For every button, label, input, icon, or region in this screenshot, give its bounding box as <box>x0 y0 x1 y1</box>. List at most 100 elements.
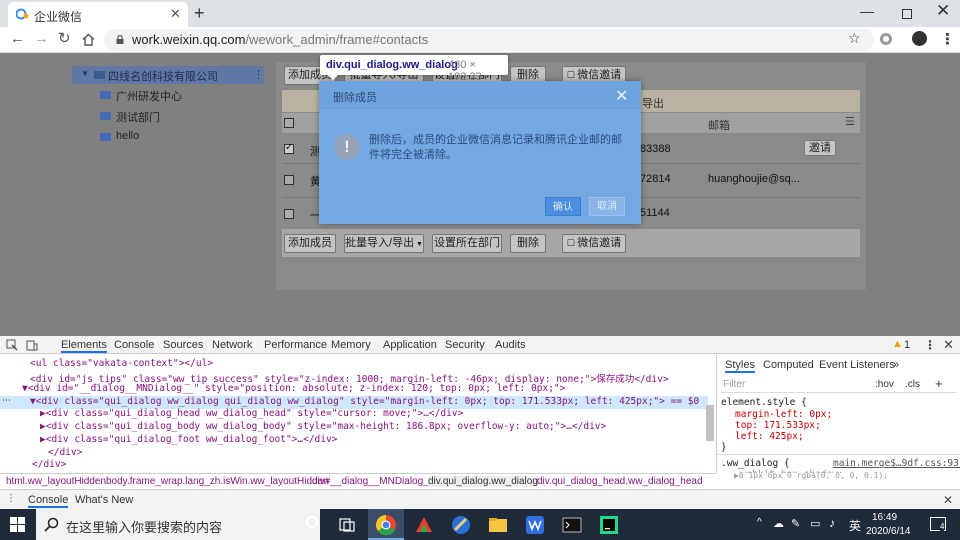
volume-icon[interactable]: ♪ <box>829 516 835 530</box>
new-tab-icon[interactable]: + <box>194 2 205 24</box>
tab-elements[interactable]: Elements <box>61 339 107 353</box>
breadcrumb-item-active[interactable]: div.qui_dialog.ww_dialog <box>428 476 538 487</box>
window-restore-icon[interactable] <box>902 9 912 19</box>
tab-computed[interactable]: Computed <box>763 359 814 371</box>
delete-member-dialog: 删除成员 ✕ ! 删除后，成员的企业微信消息记录和腾讯企业邮的邮件将完全被清除。… <box>319 81 641 224</box>
reload-icon[interactable]: ↻ <box>58 30 71 48</box>
tab-memory[interactable]: Memory <box>331 339 371 351</box>
task-view-icon[interactable] <box>336 514 358 536</box>
taskbar-chrome-active[interactable] <box>368 509 404 540</box>
row-checkbox[interactable]: ✓ <box>284 142 294 154</box>
dom-node-selected[interactable]: ▼<div class="qui_dialog ww_dialog qui_di… <box>30 396 699 407</box>
dom-node[interactable]: ▶<div class="qui_dialog_body ww_dialog_b… <box>40 421 606 432</box>
terminal-icon[interactable] <box>561 514 583 536</box>
select-all-checkbox[interactable] <box>284 118 294 128</box>
more-tabs-icon[interactable]: » <box>893 359 899 371</box>
column-settings-icon[interactable]: ☰ <box>845 115 855 128</box>
breadcrumb-item[interactable]: body.frame_wrap.lang_zh.isWin.ww_layoutH… <box>106 476 329 487</box>
breadcrumb-item[interactable]: div#__dialog__MNDialog__ <box>312 476 434 487</box>
dom-node[interactable]: ▶<div class="qui_dialog_foot ww_dialog_f… <box>40 434 337 445</box>
tab-audits[interactable]: Audits <box>495 339 526 351</box>
css-prop[interactable]: margin-left: 0px; <box>735 409 832 420</box>
add-member-button[interactable]: 添加成员 <box>284 234 336 253</box>
tab-close-icon[interactable]: ✕ <box>170 6 181 22</box>
drawer-tab-whats-new[interactable]: What's New <box>75 494 133 506</box>
browser-tab[interactable]: 企业微信 ✕ <box>8 2 188 27</box>
window-close-icon[interactable]: ✕ <box>936 1 950 21</box>
tab-styles[interactable]: Styles <box>725 359 755 373</box>
profile-avatar-icon[interactable] <box>912 31 927 46</box>
tab-application[interactable]: Application <box>383 339 437 351</box>
rule-prop[interactable]: ▶0 1px 6px 0 rgba(0, 0, 0, 0.1); <box>734 471 888 481</box>
wps-writer-icon[interactable] <box>524 514 546 536</box>
drawer-close-icon[interactable]: ✕ <box>943 493 953 507</box>
breadcrumb-item[interactable]: html.ww_layoutHidden <box>6 476 106 487</box>
dom-node[interactable]: </div> <box>48 447 82 458</box>
tab-event-listeners[interactable]: Event Listeners <box>819 359 895 371</box>
inspect-element-icon[interactable] <box>6 339 18 351</box>
rule-source-link[interactable]: main.merge$…9df.css:931 <box>833 458 960 469</box>
url-input[interactable]: work.weixin.qq.com/wework_admin/frame#co… <box>104 29 874 51</box>
hov-toggle[interactable]: :hov <box>875 379 894 390</box>
tab-console[interactable]: Console <box>114 339 154 351</box>
cortana-icon[interactable] <box>306 516 318 528</box>
dom-node[interactable]: ▶<div class="qui_dialog_head ww_dialog_h… <box>40 408 463 419</box>
company-more-icon[interactable]: ⋮ <box>253 68 264 81</box>
clock-date[interactable]: 2020/6/14 <box>866 526 911 537</box>
cls-toggle[interactable]: .cls <box>905 379 920 390</box>
dialog-header[interactable]: 删除成员 ✕ <box>319 81 641 109</box>
file-explorer-icon[interactable] <box>487 514 509 536</box>
wechat-invite-button[interactable]: ☐ 微信邀请 <box>562 234 626 253</box>
home-icon[interactable] <box>82 33 95 46</box>
toolbox-icon[interactable] <box>450 514 472 536</box>
dom-node[interactable]: <ul class="vakata-context"></ul> <box>30 358 213 369</box>
wps-icon[interactable] <box>413 514 435 536</box>
dom-node[interactable]: ▼<div id="__dialog__MNDialog__" style="p… <box>22 383 565 394</box>
expand-caret-icon[interactable]: ▼ <box>81 69 89 78</box>
tray-expand-icon[interactable]: ^ <box>757 517 762 528</box>
window-minimize-icon[interactable]: — <box>860 3 874 19</box>
dom-scrollbar[interactable] <box>706 405 714 441</box>
styles-filter-input[interactable]: Filter :hov .cls + <box>721 376 957 393</box>
set-department-button[interactable]: 设置所在部门 <box>432 234 502 253</box>
confirm-button[interactable]: 确认 <box>545 197 581 216</box>
browser-menu-icon[interactable]: ⋮ <box>940 30 955 48</box>
tab-security[interactable]: Security <box>445 339 485 351</box>
breadcrumb-item[interactable]: div.qui_dialog_head.ww_dialog_head <box>537 476 713 487</box>
warning-triangle-icon[interactable]: ▲ <box>892 338 903 350</box>
clock-time[interactable]: 16:49 <box>872 512 897 523</box>
battery-icon[interactable]: ▭ <box>810 517 820 530</box>
row-checkbox[interactable] <box>284 209 294 219</box>
delete-button[interactable]: 删除 <box>510 234 546 253</box>
ime-indicator[interactable]: 英 <box>849 517 861 534</box>
invite-button[interactable]: 邀请 <box>804 140 836 156</box>
tab-sources[interactable]: Sources <box>163 339 203 351</box>
bookmark-star-icon[interactable]: ☆ <box>848 30 861 47</box>
devtools-menu-icon[interactable]: ⋮ <box>924 338 936 352</box>
pycharm-icon[interactable] <box>598 514 620 536</box>
tab-network[interactable]: Network <box>212 339 252 351</box>
tray-app-icon[interactable]: ☁ <box>773 517 784 530</box>
taskbar-search-input[interactable]: 在这里输入你要搜索的内容 <box>36 509 320 540</box>
notification-icon[interactable]: 4 <box>930 517 946 531</box>
dialog-close-icon[interactable]: ✕ <box>615 86 628 106</box>
drawer-tab-console[interactable]: Console <box>28 494 69 508</box>
device-toolbar-icon[interactable] <box>26 339 38 351</box>
cancel-button[interactable]: 取消 <box>589 197 625 216</box>
add-rule-icon[interactable]: + <box>935 376 943 391</box>
sidebar-company-row[interactable]: ▼ 四线名创科技有限公司 ⋮ <box>72 66 264 84</box>
tray-pen-icon[interactable]: ✎ <box>791 517 800 530</box>
import-export-button[interactable]: 批量导入/导出 ▼ <box>344 234 424 253</box>
dom-node[interactable]: </div> <box>32 459 66 470</box>
css-prop[interactable]: left: 425px; <box>735 431 804 442</box>
back-icon[interactable]: ← <box>10 30 25 48</box>
drawer-menu-icon[interactable]: ⋮ <box>6 493 16 504</box>
tab-performance[interactable]: Performance <box>264 339 327 351</box>
dom-row-menu-icon[interactable]: ⋯ <box>2 395 11 406</box>
windows-start-icon[interactable] <box>10 517 25 532</box>
css-prop[interactable]: top: 171.533px; <box>735 420 821 431</box>
devtools-close-icon[interactable]: ✕ <box>943 337 954 353</box>
forward-icon[interactable]: → <box>34 30 49 48</box>
row-checkbox[interactable] <box>284 175 294 185</box>
extension-icon[interactable] <box>880 33 892 45</box>
